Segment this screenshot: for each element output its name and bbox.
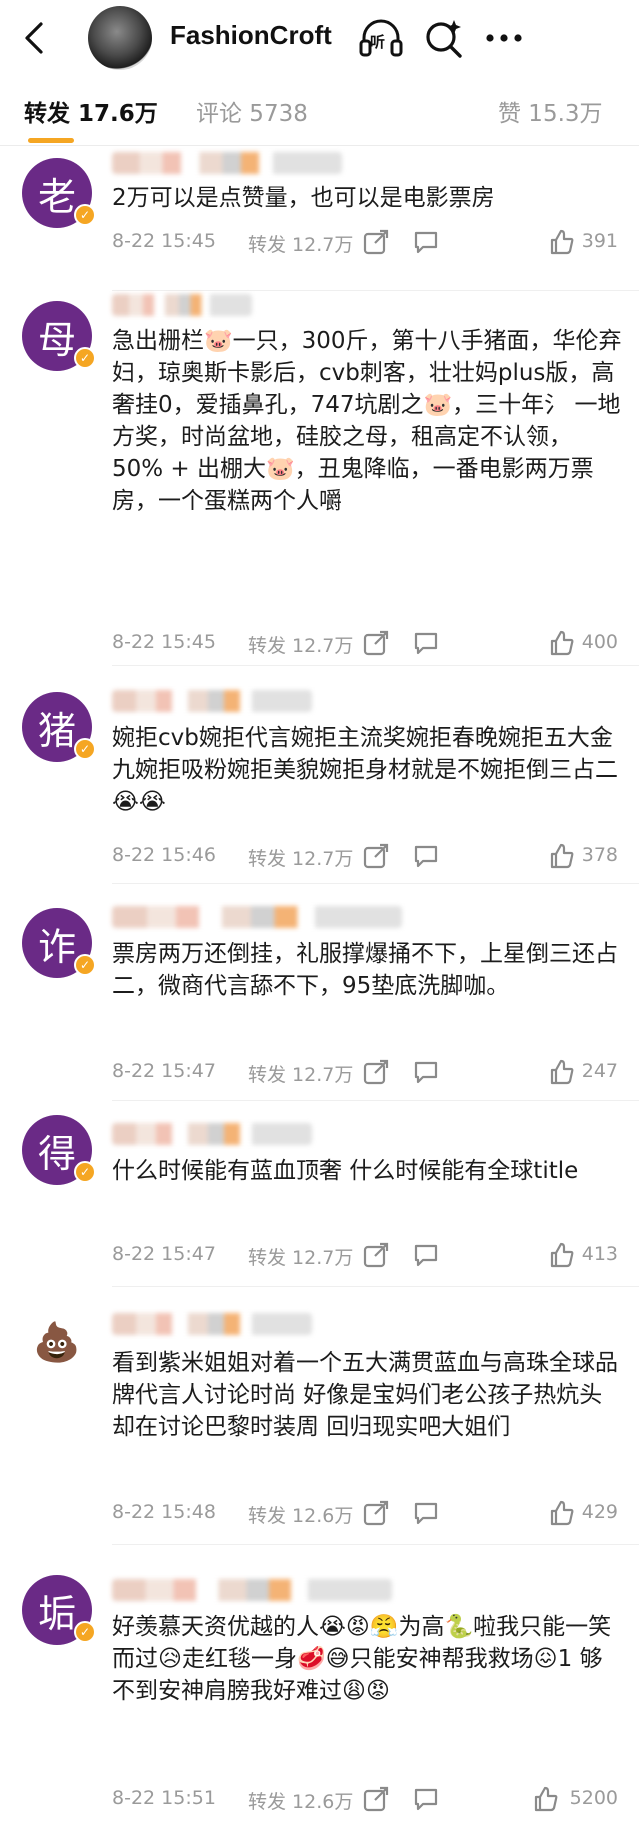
username-blurred[interactable] — [112, 690, 312, 712]
thumbs-up-icon[interactable] — [548, 842, 576, 870]
verified-badge-icon: ✓ — [74, 1621, 96, 1643]
more-dots-icon — [486, 34, 522, 42]
timestamp: 8-22 15:46 — [112, 844, 216, 866]
comment-text: 婉拒cvb婉拒代言婉拒主流奖婉拒春晚婉拒五大金九婉拒吸粉婉拒美貌婉拒身材就是不婉… — [112, 725, 618, 815]
comment-text: 急出栅栏🐷一只，300斤，第十八手猪面，华伦弃妇，琼奥斯卡影后，cvb刺客，壮壮… — [112, 328, 622, 514]
comment-meta: 8-22 15:46 转发 12.7万 378 — [112, 842, 628, 872]
listen-label: 听 — [370, 33, 386, 51]
share-icon[interactable] — [362, 1499, 390, 1527]
list-item: 老 ✓ 2万可以是点赞量，也可以是电影票房 8-22 15:45 转发 12.7… — [0, 146, 639, 291]
list-item: 猪 ✓ 婉拒cvb婉拒代言婉拒主流奖婉拒春晚婉拒五大金九婉拒吸粉婉拒美貌婉拒身材… — [0, 666, 639, 882]
repost-count[interactable]: 转发 12.7万 — [248, 844, 353, 871]
avatar[interactable]: 💩 — [22, 1307, 92, 1377]
username-blurred[interactable] — [112, 1579, 392, 1601]
back-button[interactable] — [14, 14, 54, 62]
list-item: 诈 ✓ 票房两万还倒挂，礼服撑爆捅不下，上星倒三还占二，微商代言舔不下，95垫底… — [0, 884, 639, 1100]
like-count: 413 — [581, 1243, 618, 1265]
like-count: 378 — [581, 844, 618, 866]
share-icon[interactable] — [362, 1785, 390, 1813]
timestamp: 8-22 15:47 — [112, 1243, 216, 1265]
comment-icon[interactable] — [412, 1058, 440, 1086]
like-count: 247 — [581, 1060, 618, 1082]
like-count: 429 — [581, 1501, 618, 1523]
tab-repost[interactable]: 转发 17.6万 — [24, 94, 158, 128]
thumbs-up-icon[interactable] — [532, 1785, 560, 1813]
active-tab-indicator — [28, 138, 74, 143]
repost-count[interactable]: 转发 12.7万 — [248, 1060, 353, 1087]
share-icon[interactable] — [362, 228, 390, 256]
like-count: 391 — [581, 230, 618, 252]
comment-text: 什么时候能有蓝血顶奢 什么时候能有全球title — [112, 1158, 579, 1184]
tab-bar: 转发 17.6万 评论 5738 赞 15.3万 — [0, 76, 639, 146]
thumbs-up-icon[interactable] — [548, 629, 576, 657]
comment-text: 好羡慕天资优越的人😭😡😤为高🐍啦我只能一笑而过😥走红毯一身🥩😅只能安神帮我救场😖… — [112, 1614, 612, 1704]
comment-meta: 8-22 15:45 转发 12.7万 391 — [112, 228, 628, 258]
like-count: 5200 — [569, 1787, 618, 1809]
verified-badge-icon: ✓ — [74, 347, 96, 369]
comment-meta: 8-22 15:47 转发 12.7万 247 — [112, 1058, 628, 1088]
list-item: 得 ✓ 什么时候能有蓝血顶奢 什么时候能有全球title 8-22 15:47 … — [0, 1101, 639, 1285]
comment-meta: 8-22 15:45 转发 12.7万 400 — [112, 629, 628, 659]
timestamp: 8-22 15:51 — [112, 1787, 216, 1809]
thumbs-up-icon[interactable] — [548, 1058, 576, 1086]
thumbs-up-icon[interactable] — [548, 1241, 576, 1269]
share-icon[interactable] — [362, 629, 390, 657]
share-icon[interactable] — [362, 1058, 390, 1086]
back-arrow-icon — [25, 22, 43, 54]
comment-icon[interactable] — [412, 1785, 440, 1813]
timestamp: 8-22 15:45 — [112, 631, 216, 653]
comment-meta: 8-22 15:51 转发 12.6万 5200 — [112, 1785, 628, 1815]
search-button[interactable] — [420, 14, 468, 62]
comment-text: 2万可以是点赞量，也可以是电影票房 — [112, 185, 495, 211]
verified-badge-icon: ✓ — [74, 738, 96, 760]
more-button[interactable] — [480, 14, 528, 62]
repost-count[interactable]: 转发 12.7万 — [248, 230, 353, 257]
comment-text: 看到紫米姐姐对着一个五大满贯蓝血与高珠全球品牌代言人讨论时尚 好像是宝妈们老公孩… — [112, 1350, 618, 1440]
username-blurred[interactable] — [112, 1313, 312, 1335]
timestamp: 8-22 15:45 — [112, 230, 216, 252]
username-blurred[interactable] — [112, 294, 252, 316]
share-icon[interactable] — [362, 1241, 390, 1269]
comment-text: 票房两万还倒挂，礼服撑爆捅不下，上星倒三还占二，微商代言舔不下，95垫底洗脚咖。 — [112, 941, 618, 999]
timestamp: 8-22 15:48 — [112, 1501, 216, 1523]
username-blurred[interactable] — [112, 906, 402, 928]
verified-badge-icon: ✓ — [74, 1161, 96, 1183]
repost-count[interactable]: 转发 12.7万 — [248, 631, 353, 658]
verified-badge-icon: ✓ — [74, 204, 96, 226]
timestamp: 8-22 15:47 — [112, 1060, 216, 1082]
repost-count[interactable]: 转发 12.6万 — [248, 1787, 353, 1814]
thumbs-up-icon[interactable] — [548, 228, 576, 256]
comment-icon[interactable] — [412, 842, 440, 870]
repost-count[interactable]: 转发 12.6万 — [248, 1501, 353, 1528]
top-bar: FashionCroft 听 — [0, 0, 639, 76]
list-item: 💩 看到紫米姐姐对着一个五大满贯蓝血与高珠全球品牌代言人讨论时尚 好像是宝妈们老… — [0, 1287, 639, 1543]
list-item: 母 ✓ 急出栅栏🐷一只，300斤，第十八手猪面，华伦弃妇，琼奥斯卡影后，cvb刺… — [0, 291, 639, 665]
like-count: 400 — [581, 631, 618, 653]
verified-badge-icon: ✓ — [74, 954, 96, 976]
listen-button[interactable]: 听 — [357, 14, 405, 62]
comment-icon[interactable] — [412, 228, 440, 256]
comment-icon[interactable] — [412, 629, 440, 657]
comment-icon[interactable] — [412, 1241, 440, 1269]
comment-meta: 8-22 15:48 转发 12.6万 429 — [112, 1499, 628, 1529]
thumbs-up-icon[interactable] — [548, 1499, 576, 1527]
list-item: 垢 ✓ 好羡慕天资优越的人😭😡😤为高🐍啦我只能一笑而过😥走红毯一身🥩😅只能安神帮… — [0, 1545, 639, 1835]
username-blurred[interactable] — [112, 152, 342, 174]
tab-like[interactable]: 赞 15.3万 — [498, 94, 603, 128]
tab-comment[interactable]: 评论 5738 — [196, 94, 308, 128]
avatar[interactable] — [88, 6, 152, 70]
repost-count[interactable]: 转发 12.7万 — [248, 1243, 353, 1270]
comment-icon[interactable] — [412, 1499, 440, 1527]
search-sparkle-icon — [426, 20, 462, 58]
username-blurred[interactable] — [112, 1123, 312, 1145]
page-title[interactable]: FashionCroft — [170, 20, 332, 51]
share-icon[interactable] — [362, 842, 390, 870]
comment-meta: 8-22 15:47 转发 12.7万 413 — [112, 1241, 628, 1271]
